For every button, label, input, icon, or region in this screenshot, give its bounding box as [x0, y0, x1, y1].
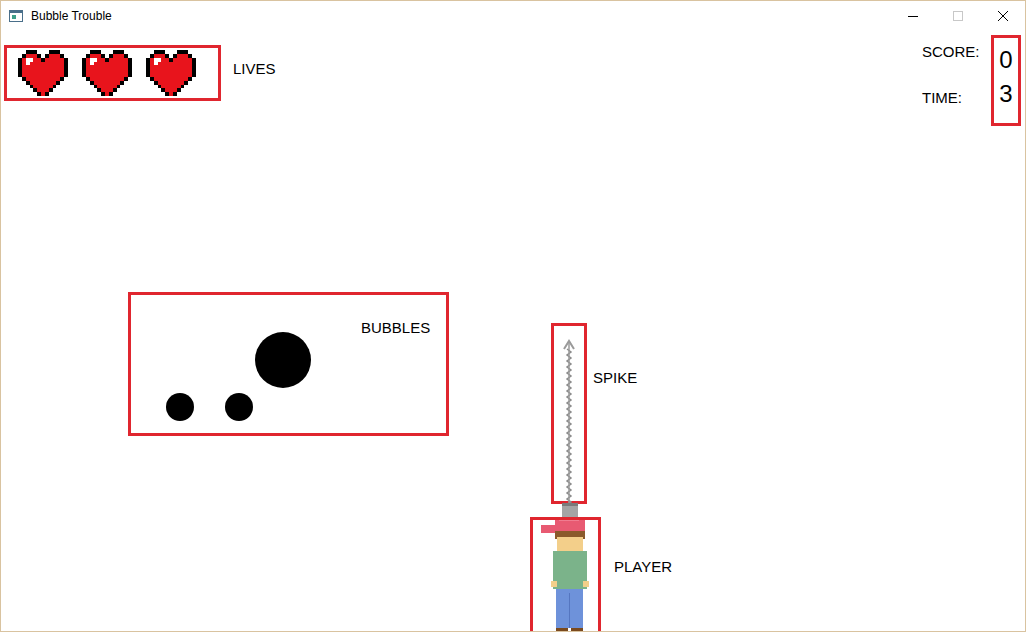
lives-box [4, 45, 221, 101]
time-label: TIME: [922, 89, 962, 107]
close-icon[interactable] [980, 1, 1025, 31]
spike-label: SPIKE [593, 369, 637, 387]
player-label: PLAYER [614, 558, 672, 576]
bubble [255, 332, 311, 388]
heart-icon [81, 50, 133, 96]
window-title: Bubble Trouble [31, 7, 112, 25]
game-window: Bubble Trouble LIVES SCORE: TIME: 0 3 BU… [0, 0, 1026, 632]
bubbles-label: BUBBLES [361, 319, 430, 337]
heart-icon [17, 50, 69, 96]
spike-icon [561, 339, 577, 505]
player-icon[interactable] [541, 501, 601, 631]
bubble [225, 393, 253, 421]
time-value: 3 [999, 77, 1012, 111]
maximize-icon [935, 1, 980, 31]
bubbles-box [128, 292, 449, 436]
minimize-icon[interactable] [890, 1, 935, 31]
heart-icon [145, 50, 197, 96]
player-box [530, 517, 601, 631]
score-value: 0 [999, 43, 1012, 77]
game-canvas: LIVES SCORE: TIME: 0 3 BUBBLES SPIKE [1, 31, 1025, 631]
bubble [166, 393, 194, 421]
app-icon [1, 10, 31, 22]
hud-values-box: 0 3 [991, 35, 1021, 126]
title-bar: Bubble Trouble [1, 1, 1025, 31]
lives-label: LIVES [233, 60, 276, 78]
score-label: SCORE: [922, 43, 980, 61]
